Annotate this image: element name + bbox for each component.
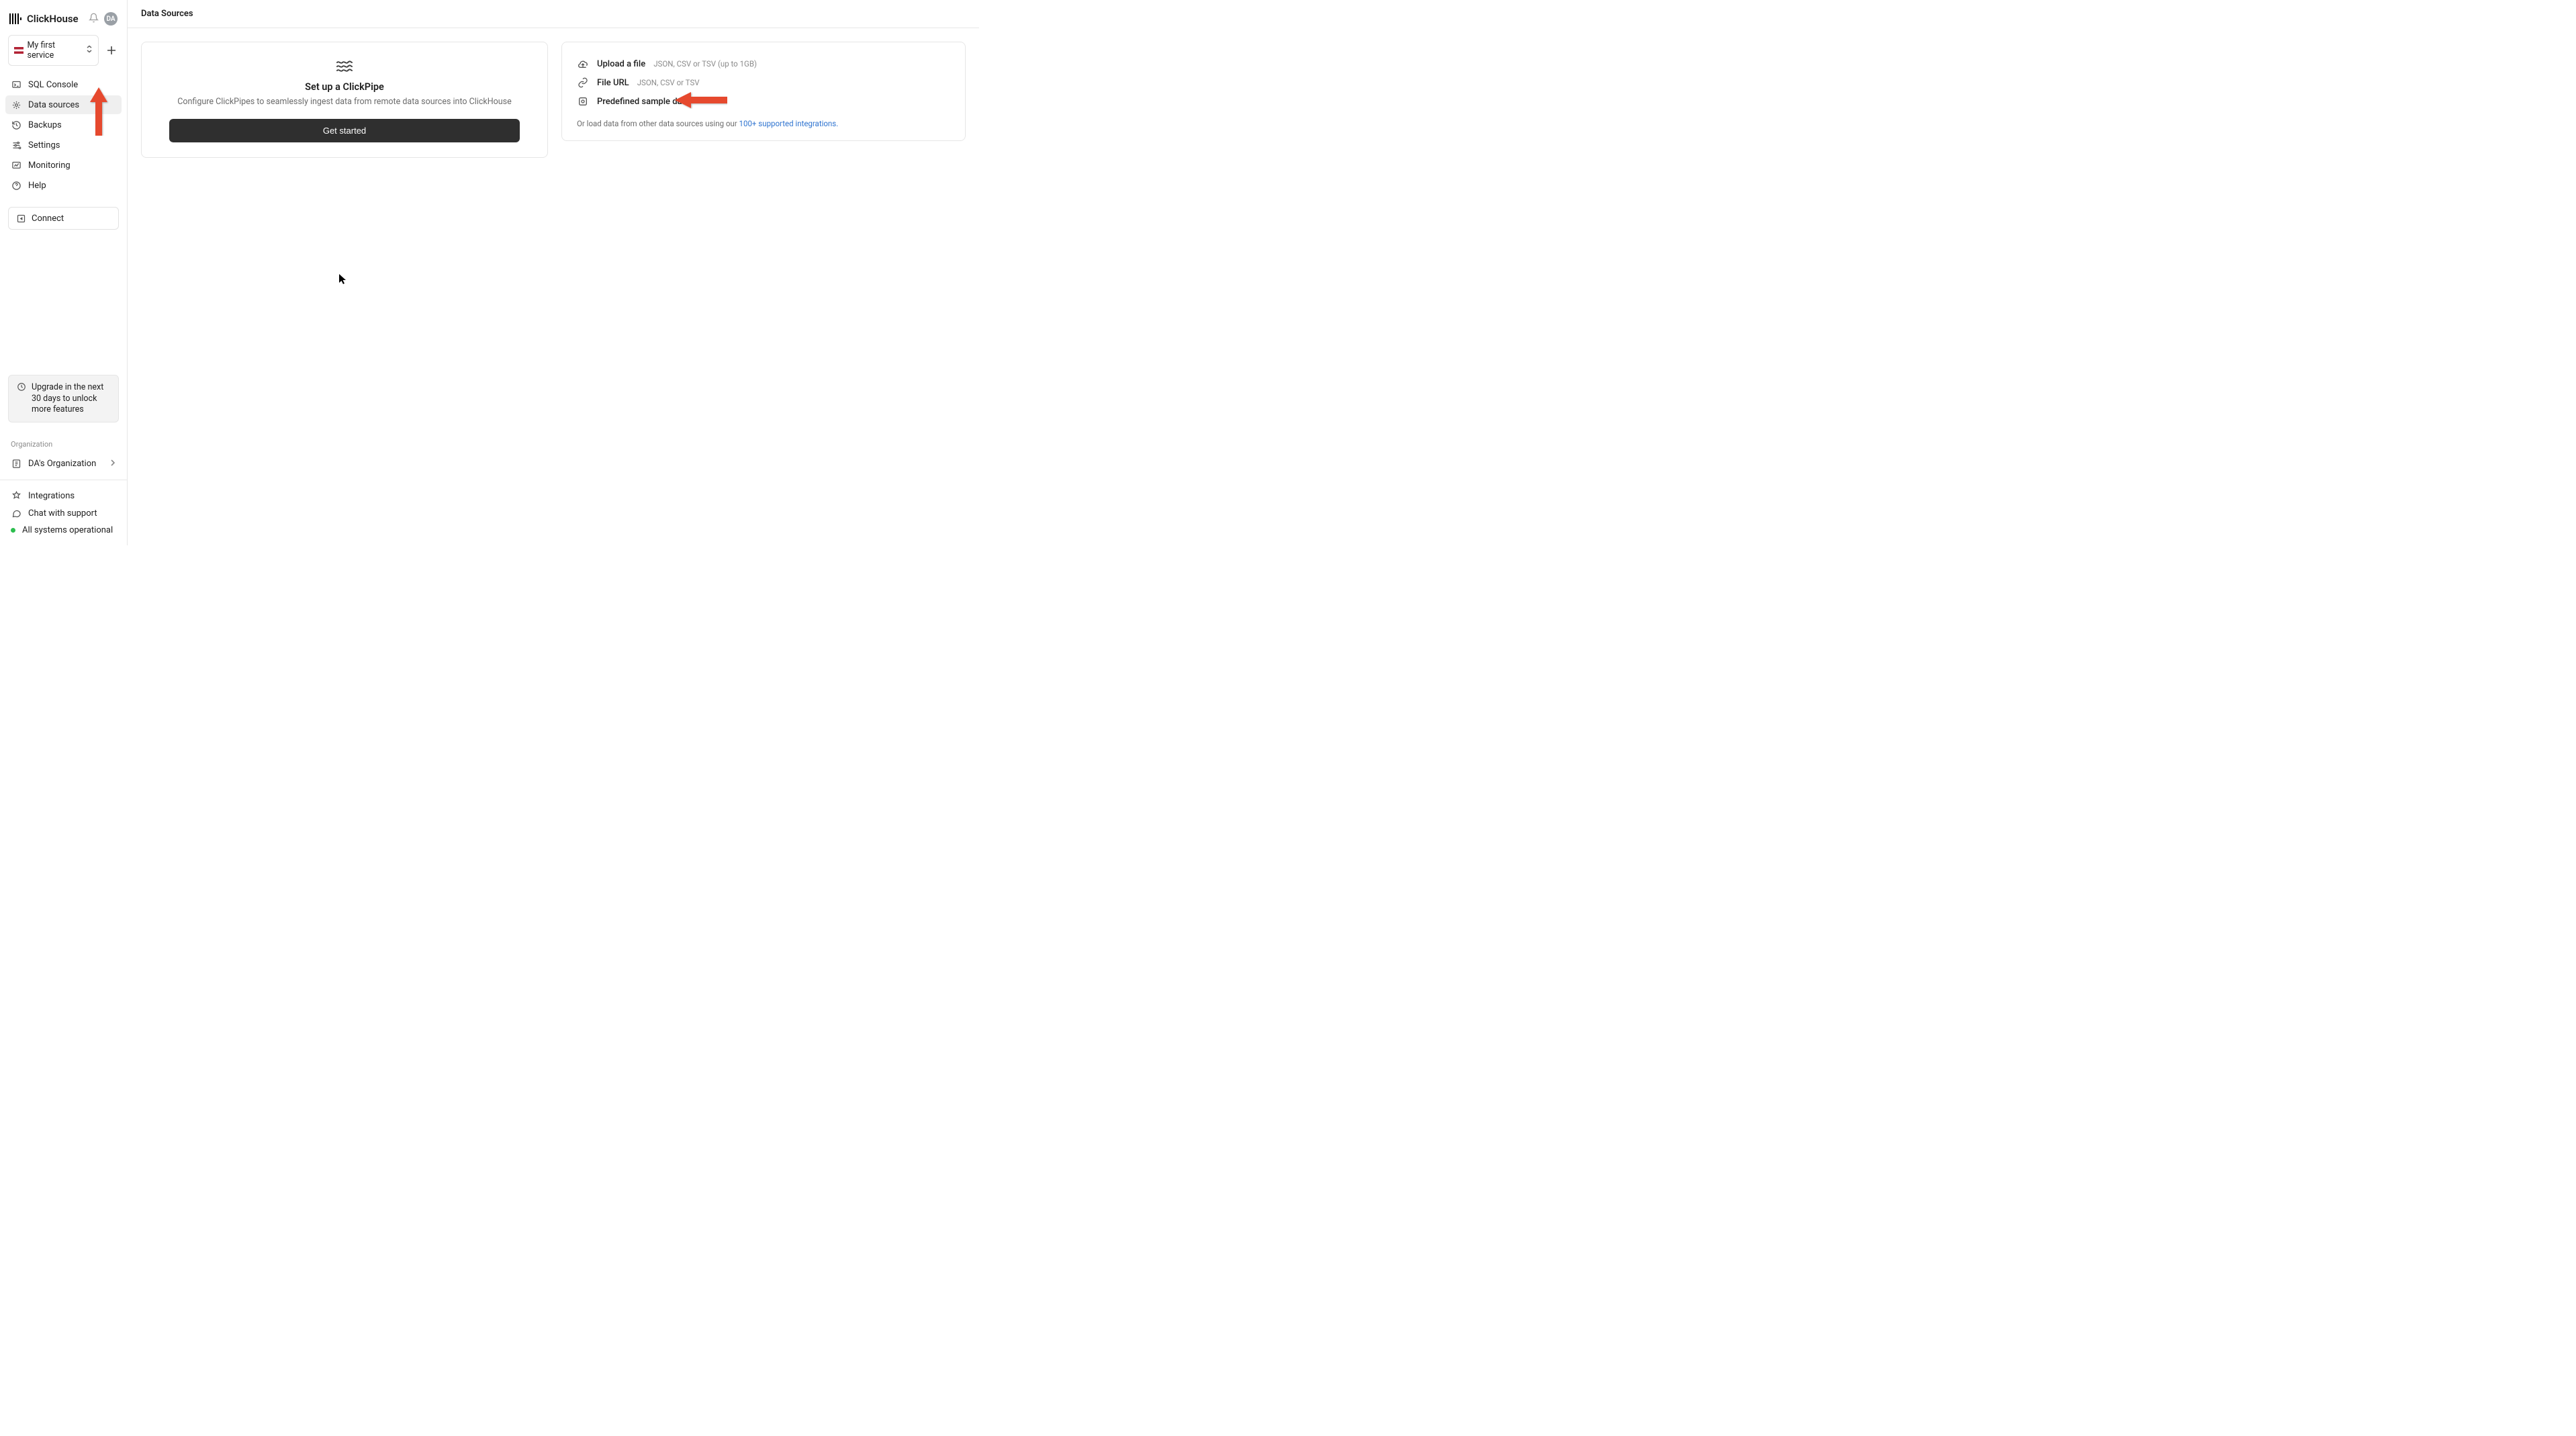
footer-label: Integrations: [28, 491, 75, 501]
clock-icon: [17, 382, 26, 395]
clickpipe-title: Set up a ClickPipe: [158, 81, 531, 93]
link-icon: [577, 77, 589, 88]
puzzle-icon: [11, 490, 21, 501]
sample-title: Predefined sample data: [597, 97, 690, 107]
nav-data-sources[interactable]: Data sources: [5, 95, 122, 114]
nav-monitoring[interactable]: Monitoring: [5, 156, 122, 175]
sample-icon: [577, 96, 589, 107]
clickpipe-subtitle: Configure ClickPipes to seamlessly inges…: [158, 97, 531, 107]
terminal-icon: [11, 79, 21, 90]
connect-icon: [15, 213, 26, 224]
upload-icon: [577, 58, 589, 69]
sidebar: ClickHouse DA My first service: [0, 0, 128, 545]
chart-icon: [11, 160, 21, 171]
upgrade-banner[interactable]: Upgrade in the next 30 days to unlock mo…: [8, 375, 119, 422]
data-icon: [11, 99, 21, 110]
nav-label: Monitoring: [28, 161, 71, 171]
brand: ClickHouse DA: [8, 8, 119, 35]
footer-chat[interactable]: Chat with support: [8, 504, 119, 522]
history-icon: [11, 120, 21, 130]
sample-data-row[interactable]: Predefined sample data: [577, 92, 950, 111]
nav-label: Backups: [28, 120, 62, 130]
nav-label: Data sources: [28, 100, 79, 110]
upload-file-row[interactable]: Upload a file JSON, CSV or TSV (up to 1G…: [577, 54, 950, 73]
brand-name: ClickHouse: [27, 13, 79, 25]
nav-sql-console[interactable]: SQL Console: [5, 75, 122, 94]
flag-icon: [14, 47, 24, 54]
org-selector[interactable]: DA's Organization: [8, 454, 119, 473]
org-section-label: Organization: [8, 437, 119, 454]
footer-integrations[interactable]: Integrations: [8, 487, 119, 504]
url-hint: JSON, CSV or TSV: [637, 78, 700, 87]
nav-label: Settings: [28, 140, 60, 150]
notifications-icon[interactable]: [89, 13, 99, 26]
footer-label: All systems operational: [22, 525, 113, 535]
sliders-icon: [11, 140, 21, 150]
upgrade-text: Upgrade in the next 30 days to unlock mo…: [32, 382, 110, 415]
content: Set up a ClickPipe Configure ClickPipes …: [128, 28, 979, 545]
footer-label: Chat with support: [28, 508, 97, 519]
help-icon: [11, 180, 21, 191]
nav-label: Help: [28, 181, 46, 191]
avatar[interactable]: DA: [104, 12, 118, 26]
get-started-button[interactable]: Get started: [169, 119, 520, 142]
service-selector[interactable]: My first service: [8, 35, 99, 66]
url-title: File URL: [597, 78, 629, 88]
connect-button[interactable]: Connect: [8, 207, 119, 230]
primary-nav: SQL Console Data sources Backups Setting…: [0, 75, 127, 196]
waves-icon: [158, 60, 531, 73]
footer-status[interactable]: All systems operational: [8, 522, 119, 539]
clickpipe-card: Set up a ClickPipe Configure ClickPipes …: [141, 42, 548, 158]
service-name: My first service: [28, 40, 82, 60]
upload-hint: JSON, CSV or TSV (up to 1GB): [653, 59, 757, 69]
nav-backups[interactable]: Backups: [5, 116, 122, 134]
data-sources-card: Upload a file JSON, CSV or TSV (up to 1G…: [561, 42, 966, 141]
footer-prefix: Or load data from other data sources usi…: [577, 119, 739, 128]
chevron-updown-icon: [86, 45, 93, 56]
chevron-right-icon: [109, 459, 116, 469]
page-header: Data Sources: [128, 0, 979, 28]
clickhouse-logo-icon: [9, 13, 21, 24]
nav-help[interactable]: Help: [5, 176, 122, 195]
nav-settings[interactable]: Settings: [5, 136, 122, 154]
integrations-link[interactable]: 100+ supported integrations.: [739, 119, 839, 128]
org-icon: [11, 458, 21, 469]
page-title: Data Sources: [141, 9, 193, 19]
status-dot-icon: [11, 528, 15, 533]
integrations-footer: Or load data from other data sources usi…: [577, 111, 950, 128]
chat-icon: [11, 508, 21, 519]
connect-label: Connect: [32, 214, 64, 224]
nav-label: SQL Console: [28, 80, 78, 90]
org-name: DA's Organization: [28, 459, 96, 469]
add-service-button[interactable]: [104, 43, 119, 58]
upload-title: Upload a file: [597, 59, 645, 69]
file-url-row[interactable]: File URL JSON, CSV or TSV: [577, 73, 950, 92]
